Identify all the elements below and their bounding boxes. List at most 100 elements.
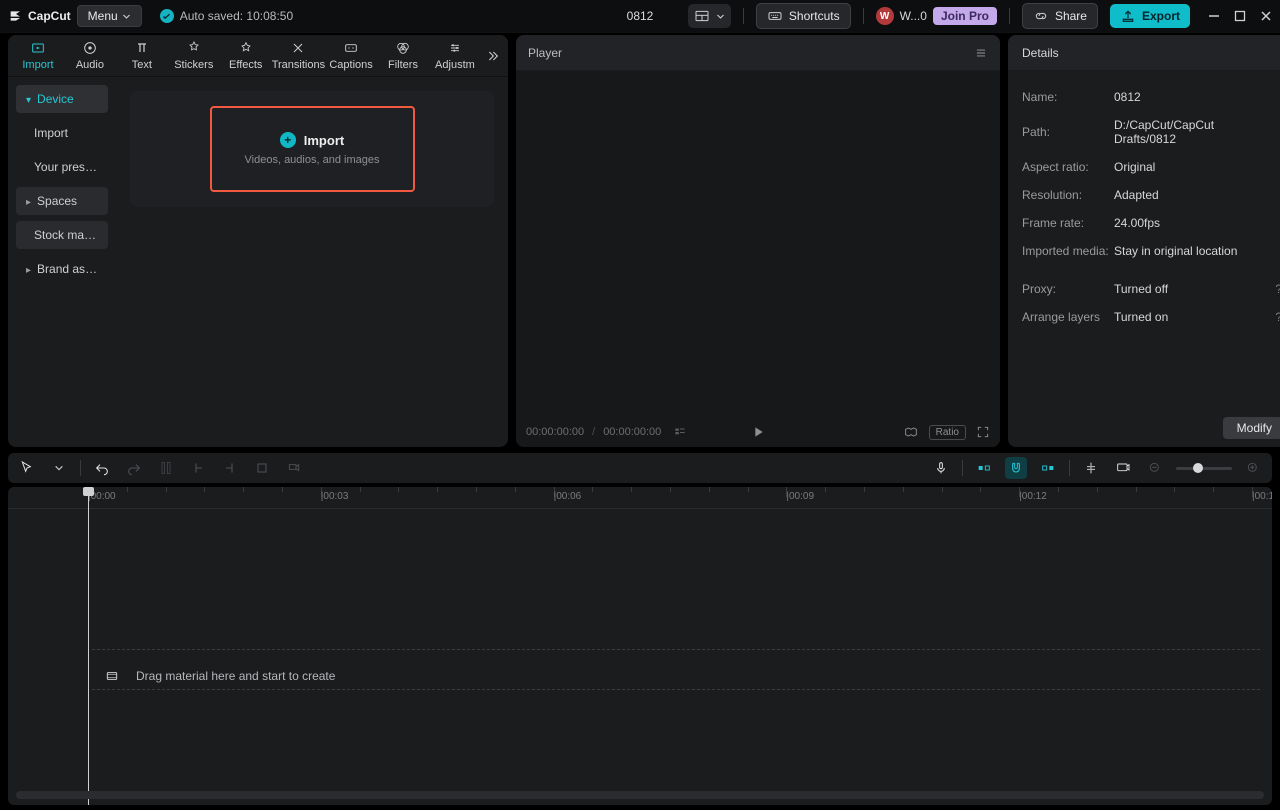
ruler-label: |00:06	[554, 491, 582, 502]
player-menu-icon[interactable]	[974, 46, 988, 60]
zoom-in-button[interactable]	[1242, 457, 1264, 479]
layout-button[interactable]	[688, 4, 731, 28]
avatar: W	[876, 7, 894, 25]
tab-filters[interactable]: Filters	[377, 36, 429, 75]
detail-row: Path:D:/CapCut/CapCut Drafts/0812	[1022, 111, 1280, 153]
detach-audio-button[interactable]	[283, 457, 305, 479]
preview-button[interactable]	[1112, 457, 1134, 479]
play-button[interactable]	[750, 424, 766, 440]
tab-effects[interactable]: Effects	[220, 36, 272, 75]
magnet-left-button[interactable]	[973, 457, 995, 479]
sidebar-item-presets[interactable]: Your presets	[16, 153, 108, 181]
chevron-down-icon	[716, 12, 725, 21]
clip-icon	[102, 666, 122, 686]
sidebar-item-stock[interactable]: Stock mater...	[16, 221, 108, 249]
autosave-indicator: Auto saved: 10:08:50	[160, 9, 293, 23]
timeline-ruler[interactable]: |00:00|00:03|00:06|00:09|00:12|00:15	[8, 487, 1272, 509]
join-pro-pill[interactable]: Join Pro	[933, 7, 997, 25]
detail-row: Imported media:Stay in original location	[1022, 237, 1280, 265]
ruler-label: |00:03	[321, 491, 349, 502]
modify-button[interactable]: Modify	[1223, 417, 1280, 439]
crop-button[interactable]	[251, 457, 273, 479]
zoom-slider[interactable]	[1176, 467, 1232, 470]
tab-stickers[interactable]: Stickers	[168, 36, 220, 75]
app-logo: CapCut	[8, 8, 71, 24]
undo-button[interactable]	[91, 457, 113, 479]
media-panel: Import Audio Text Stickers Effects Trans…	[8, 35, 508, 447]
sidebar-item-device[interactable]: Device	[16, 85, 108, 113]
link-icon	[1033, 8, 1049, 24]
snapshot-icon[interactable]	[903, 424, 919, 440]
help-icon[interactable]: ?	[1268, 310, 1280, 324]
magnet-right-button[interactable]	[1037, 457, 1059, 479]
detail-row: Name:0812	[1022, 83, 1280, 111]
menu-button[interactable]: Menu	[77, 5, 142, 27]
ribbon: Import Audio Text Stickers Effects Trans…	[8, 35, 508, 77]
tab-transitions[interactable]: Transitions	[272, 36, 325, 75]
dropzone-subtitle: Videos, audios, and images	[245, 154, 380, 166]
detail-row: Frame rate:24.00fps	[1022, 209, 1280, 237]
tab-text[interactable]: Text	[116, 36, 168, 75]
trim-right-button[interactable]	[219, 457, 241, 479]
magnet-button[interactable]	[1005, 457, 1027, 479]
tab-audio[interactable]: Audio	[64, 36, 116, 75]
tab-label: Adjustm	[435, 59, 475, 71]
pointer-tool[interactable]	[16, 457, 38, 479]
time-total: 00:00:00:00	[603, 426, 661, 438]
share-button[interactable]: Share	[1022, 3, 1098, 29]
captions-icon	[343, 40, 359, 56]
tab-captions[interactable]: Captions	[325, 36, 377, 75]
timeline-drop-row[interactable]: Drag material here and start to create	[92, 661, 1260, 691]
split-button[interactable]	[155, 457, 177, 479]
ratio-button[interactable]: Ratio	[929, 425, 966, 440]
detail-row: Arrange layersTurned on?	[1022, 303, 1280, 331]
user-badge[interactable]: W W...0 Join Pro	[876, 7, 997, 25]
export-button[interactable]: Export	[1110, 4, 1190, 28]
ribbon-more[interactable]	[481, 48, 504, 64]
shortcuts-label: Shortcuts	[789, 9, 840, 23]
timeline-scrollbar[interactable]	[16, 791, 1264, 801]
sidebar-item-label: Device	[37, 92, 74, 106]
app-name: CapCut	[28, 9, 71, 23]
audio-icon	[82, 40, 98, 56]
pointer-menu[interactable]	[48, 457, 70, 479]
details-panel: Details Name:0812 Path:D:/CapCut/CapCut …	[1008, 35, 1280, 447]
list-icon[interactable]	[673, 425, 687, 439]
sidebar-item-label: Stock mater...	[34, 228, 107, 242]
tab-label: Filters	[388, 59, 418, 71]
help-icon[interactable]: ?	[1268, 282, 1280, 296]
tab-import[interactable]: Import	[12, 36, 64, 75]
fullscreen-icon[interactable]	[976, 425, 990, 439]
sidebar-item-label: Spaces	[37, 194, 77, 208]
align-button[interactable]	[1080, 457, 1102, 479]
player-viewport[interactable]: 00:00:00:00 / 00:00:00:00 Ratio	[516, 71, 1000, 447]
shortcuts-button[interactable]: Shortcuts	[756, 3, 851, 29]
timeline[interactable]: |00:00|00:03|00:06|00:09|00:12|00:15 Dra…	[8, 487, 1272, 805]
minimize-icon[interactable]	[1208, 10, 1220, 22]
sidebar-item-brand[interactable]: Brand assets	[16, 255, 108, 283]
tab-label: Effects	[229, 59, 262, 71]
sidebar-item-import[interactable]: Import	[16, 119, 108, 147]
tab-adjustment[interactable]: Adjustm	[429, 36, 481, 75]
import-dropzone[interactable]: + Import Videos, audios, and images	[210, 106, 415, 192]
export-label: Export	[1142, 9, 1180, 23]
trim-left-button[interactable]	[187, 457, 209, 479]
redo-button[interactable]	[123, 457, 145, 479]
timeline-tracks[interactable]: Drag material here and start to create	[20, 511, 1260, 787]
text-icon	[134, 40, 150, 56]
share-label: Share	[1055, 9, 1087, 23]
zoom-out-button[interactable]	[1144, 457, 1166, 479]
player-panel: Player 00:00:00:00 / 00:00:00:00 Ratio	[516, 35, 1000, 447]
tab-label: Audio	[76, 59, 104, 71]
maximize-icon[interactable]	[1234, 10, 1246, 22]
timeline-drag-hint: Drag material here and start to create	[136, 669, 335, 683]
tab-label: Transitions	[272, 59, 325, 71]
filters-icon	[395, 40, 411, 56]
detail-row: Proxy:Turned off?	[1022, 275, 1280, 303]
sidebar-item-spaces[interactable]: Spaces	[16, 187, 108, 215]
user-name: W...0	[900, 9, 927, 23]
close-icon[interactable]	[1260, 10, 1272, 22]
ruler-label: |00:09	[786, 491, 814, 502]
mic-button[interactable]	[930, 457, 952, 479]
ruler-label: |00:15	[1252, 491, 1272, 502]
